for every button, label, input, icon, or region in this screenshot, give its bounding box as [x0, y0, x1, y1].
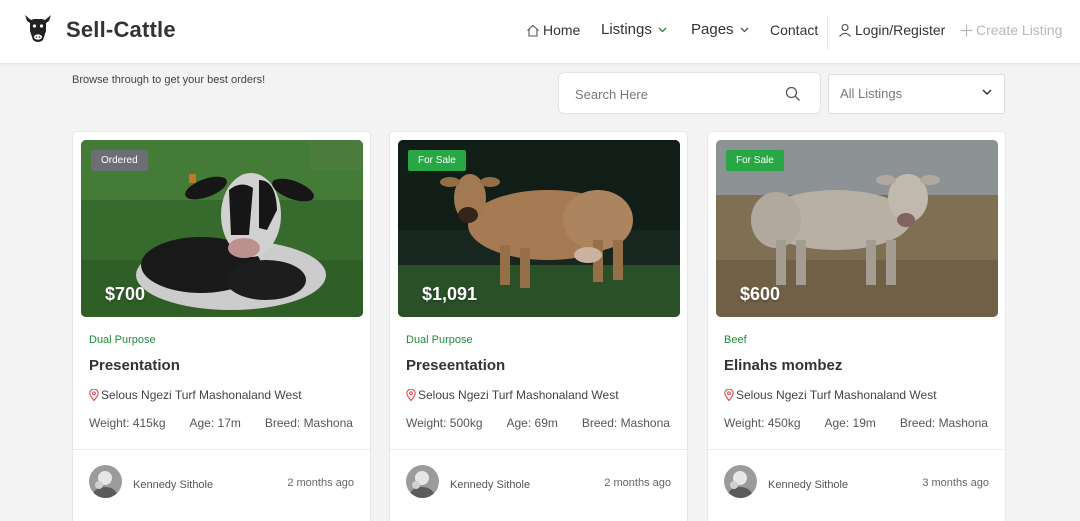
age: Age: 17m	[189, 416, 241, 430]
listing-price: $700	[105, 284, 146, 304]
listing-meta: Weight: 450kg Age: 19m Breed: Mashona	[724, 416, 988, 430]
listing-meta: Weight: 415kg Age: 17m Breed: Mashona	[89, 416, 353, 430]
search-icon[interactable]	[785, 86, 801, 102]
search-box[interactable]	[558, 72, 821, 114]
location-text: Selous Ngezi Turf Mashonaland West	[418, 388, 619, 402]
author-name[interactable]: Kennedy Sithole	[133, 479, 213, 491]
listing-category[interactable]: Dual Purpose	[406, 334, 473, 346]
breed: Breed: Mashona	[264, 416, 353, 430]
listing-price: $600	[740, 284, 781, 304]
age: Age: 19m	[824, 416, 876, 430]
status-badge: Ordered	[91, 150, 148, 171]
nav-home-label: Home	[543, 22, 581, 38]
nav-listings[interactable]: Listings	[601, 21, 667, 38]
status-badge: For Sale	[726, 150, 784, 171]
listing-card[interactable]: Ordered $700 Dual Purpose Presentation S…	[72, 131, 371, 521]
nav-login-register[interactable]: Login/Register	[838, 22, 945, 38]
location-text: Selous Ngezi Turf Mashonaland West	[736, 388, 937, 402]
nav-listings-label: Listings	[601, 21, 652, 38]
breed: Breed: Mashona	[899, 416, 988, 430]
listing-category[interactable]: Beef	[724, 334, 747, 346]
weight: Weight: 500kg	[406, 416, 483, 430]
filter-selected-value: All Listings	[840, 86, 903, 101]
listing-image[interactable]: For Sale $600	[716, 140, 998, 317]
card-divider	[390, 449, 687, 450]
card-divider	[708, 449, 1005, 450]
plus-icon	[960, 24, 973, 36]
home-icon	[527, 24, 539, 37]
chevron-down-icon	[658, 27, 667, 32]
author-name[interactable]: Kennedy Sithole	[450, 479, 530, 491]
nav-create-listing[interactable]: Create Listing	[960, 22, 1062, 38]
chevron-down-icon	[982, 89, 992, 96]
user-icon	[839, 23, 851, 37]
nav-create-label: Create Listing	[976, 22, 1063, 38]
top-navbar: Sell-Cattle Home Listings Pages Contact …	[0, 0, 1080, 64]
breed: Breed: Mashona	[581, 416, 670, 430]
cow-head-logo-icon[interactable]	[22, 11, 54, 45]
listing-location: Selous Ngezi Turf Mashonaland West	[724, 388, 937, 402]
avatar[interactable]	[724, 465, 757, 498]
nav-home[interactable]: Home	[526, 22, 580, 38]
nav-separator	[827, 16, 828, 50]
author-name[interactable]: Kennedy Sithole	[768, 479, 848, 491]
location-pin-icon	[724, 389, 734, 401]
nav-pages[interactable]: Pages	[691, 21, 749, 38]
page-subtitle: Browse through to get your best orders!	[72, 74, 266, 86]
age: Age: 69m	[506, 416, 558, 430]
nav-pages-label: Pages	[691, 21, 734, 38]
posted-time: 3 months ago	[922, 477, 989, 489]
avatar[interactable]	[406, 465, 439, 498]
posted-time: 2 months ago	[604, 477, 671, 489]
weight: Weight: 450kg	[724, 416, 801, 430]
location-pin-icon	[406, 389, 416, 401]
nav-contact[interactable]: Contact	[770, 22, 818, 38]
listing-location: Selous Ngezi Turf Mashonaland West	[89, 388, 302, 402]
avatar[interactable]	[89, 465, 122, 498]
listing-title[interactable]: Elinahs mombez	[724, 357, 842, 374]
nav-login-label: Login/Register	[855, 22, 946, 38]
listings-filter-select[interactable]: All Listings	[828, 74, 1005, 114]
listing-image[interactable]: Ordered $700	[81, 140, 363, 317]
weight: Weight: 415kg	[89, 416, 166, 430]
listing-price: $1,091	[422, 284, 478, 304]
search-input[interactable]	[575, 84, 775, 104]
brand-name[interactable]: Sell-Cattle	[66, 17, 176, 43]
listing-meta: Weight: 500kg Age: 69m Breed: Mashona	[406, 416, 670, 430]
listing-location: Selous Ngezi Turf Mashonaland West	[406, 388, 619, 402]
location-text: Selous Ngezi Turf Mashonaland West	[101, 388, 302, 402]
chevron-down-icon	[740, 27, 749, 32]
status-badge: For Sale	[408, 150, 466, 171]
listing-image[interactable]: For Sale $1,091	[398, 140, 680, 317]
listing-card[interactable]: For Sale $600 Beef Elinahs mombez Selous…	[707, 131, 1006, 521]
location-pin-icon	[89, 389, 99, 401]
listing-title[interactable]: Presentation	[89, 357, 180, 374]
card-divider	[73, 449, 370, 450]
listing-title[interactable]: Preseentation	[406, 357, 505, 374]
posted-time: 2 months ago	[287, 477, 354, 489]
listing-category[interactable]: Dual Purpose	[89, 334, 156, 346]
listing-card[interactable]: For Sale $1,091 Dual Purpose Preseentati…	[389, 131, 688, 521]
